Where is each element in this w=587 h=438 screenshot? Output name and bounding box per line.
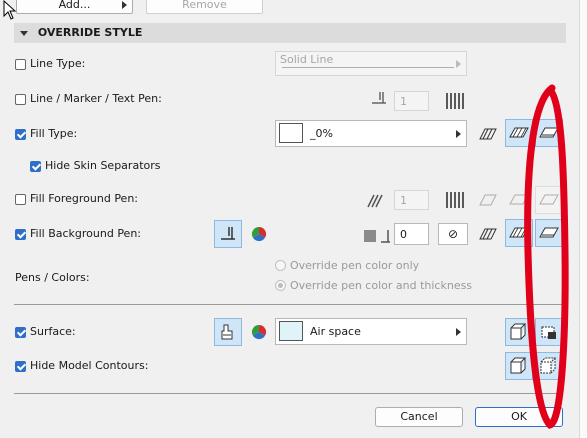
section-title: OVERRIDE STYLE [37, 26, 143, 39]
override-style-header[interactable]: OVERRIDE STYLE [14, 23, 566, 43]
hide-skin-separators-checkbox[interactable] [30, 160, 41, 172]
fg-pen-pattern-icon [446, 192, 464, 208]
fill-foreground-pen-label: Fill Foreground Pen: [30, 192, 139, 205]
footer-divider [14, 393, 562, 394]
right-edge-strip [579, 0, 587, 438]
bg-pen-swatch [364, 230, 376, 242]
add-button[interactable]: Add... [16, 0, 133, 14]
chevron-right-icon [456, 327, 461, 336]
fill-type-label: Fill Type: [30, 127, 78, 140]
bg-hatch-icon[interactable] [474, 220, 502, 248]
line-type-row[interactable]: Line Type: [15, 56, 85, 72]
transparent-icon: ⊘ [447, 227, 459, 241]
hide-model-contours-label: Hide Model Contours: [30, 359, 149, 372]
foreground-hatch-icon [366, 193, 390, 212]
surface-select[interactable]: Air space [275, 318, 467, 345]
surface-swatch [279, 321, 303, 341]
add-arrow-icon [122, 1, 127, 9]
fill-background-pen-row[interactable]: Fill Background Pen: [15, 226, 141, 242]
fill-hatch-icon[interactable] [474, 120, 502, 148]
cancel-button-label: Cancel [400, 410, 438, 423]
pens-colors-row: Pens / Colors: [15, 270, 90, 286]
remove-button-label: Remove [182, 0, 227, 11]
hide-model-contours-row[interactable]: Hide Model Contours: [15, 358, 148, 374]
fill-type-value: _0% [310, 127, 333, 140]
fg-pen-number: 1 [400, 194, 407, 207]
line-type-checkbox[interactable] [15, 58, 26, 70]
remove-button[interactable]: Remove [146, 0, 263, 14]
bg-pen-icon[interactable] [214, 220, 242, 248]
hide-model-contours-checkbox[interactable] [15, 360, 26, 372]
radio-label: Override pen color only [290, 259, 420, 272]
fill-background-pen-label: Fill Background Pen: [30, 227, 141, 240]
pen-icon [369, 89, 389, 112]
line-type-label: Line Type: [30, 57, 86, 70]
surface-checkbox[interactable] [15, 326, 26, 338]
fill-type-checkbox[interactable] [15, 128, 26, 140]
pens-colors-label: Pens / Colors: [15, 271, 90, 284]
line-type-select[interactable]: Solid Line [275, 51, 467, 76]
line-pen-number: 1 [400, 95, 407, 108]
line-type-underline [282, 67, 454, 68]
bg-pen-number-field[interactable]: 0 [394, 223, 429, 245]
radio-dot [275, 280, 286, 291]
fill-foreground-pen-checkbox[interactable] [15, 193, 26, 205]
fill-swatch [279, 123, 303, 143]
hide-skin-separators-label: Hide Skin Separators [45, 159, 161, 172]
radio-label: Override pen color and thickness [290, 279, 473, 292]
chevron-right-icon [456, 59, 461, 68]
bg-transparent-button[interactable]: ⊘ [438, 223, 468, 245]
cancel-button[interactable]: Cancel [375, 407, 463, 427]
radio-dot [275, 260, 286, 271]
color-wheel-icon[interactable] [251, 324, 267, 343]
override-color-only-radio[interactable]: Override pen color only [275, 259, 419, 272]
color-wheel-icon[interactable] [251, 226, 267, 245]
annotation-ellipse [524, 84, 569, 429]
surface-brush-icon[interactable] [214, 318, 242, 346]
line-marker-pen-label: Line / Marker / Text Pen: [30, 92, 162, 105]
surface-row[interactable]: Surface: [15, 324, 76, 340]
fill-type-select[interactable]: _0% [275, 120, 467, 147]
fill-foreground-pen-row[interactable]: Fill Foreground Pen: [15, 191, 138, 207]
fg-hatch-icon[interactable] [474, 186, 502, 214]
surface-label: Surface: [30, 325, 76, 338]
override-color-thickness-radio[interactable]: Override pen color and thickness [275, 279, 472, 292]
cursor-icon [3, 0, 17, 23]
bg-pen-number: 0 [400, 228, 407, 241]
chevron-right-icon [456, 129, 461, 138]
bg-pen-arrow-icon [378, 228, 392, 247]
line-type-value: Solid Line [280, 53, 334, 66]
collapse-triangle-icon [20, 30, 28, 36]
line-marker-pen-checkbox[interactable] [15, 93, 26, 105]
hide-skin-separators-row[interactable]: Hide Skin Separators [30, 158, 160, 174]
pen-pattern-icon [446, 93, 464, 109]
add-button-label: Add... [58, 0, 91, 11]
fill-background-pen-checkbox[interactable] [15, 228, 26, 240]
fill-type-row[interactable]: Fill Type: [15, 126, 77, 142]
divider [14, 304, 562, 305]
fg-pen-number-field[interactable]: 1 [394, 190, 429, 210]
line-marker-pen-row[interactable]: Line / Marker / Text Pen: [15, 91, 162, 107]
surface-value: Air space [310, 325, 361, 338]
line-pen-number-field[interactable]: 1 [394, 91, 429, 111]
